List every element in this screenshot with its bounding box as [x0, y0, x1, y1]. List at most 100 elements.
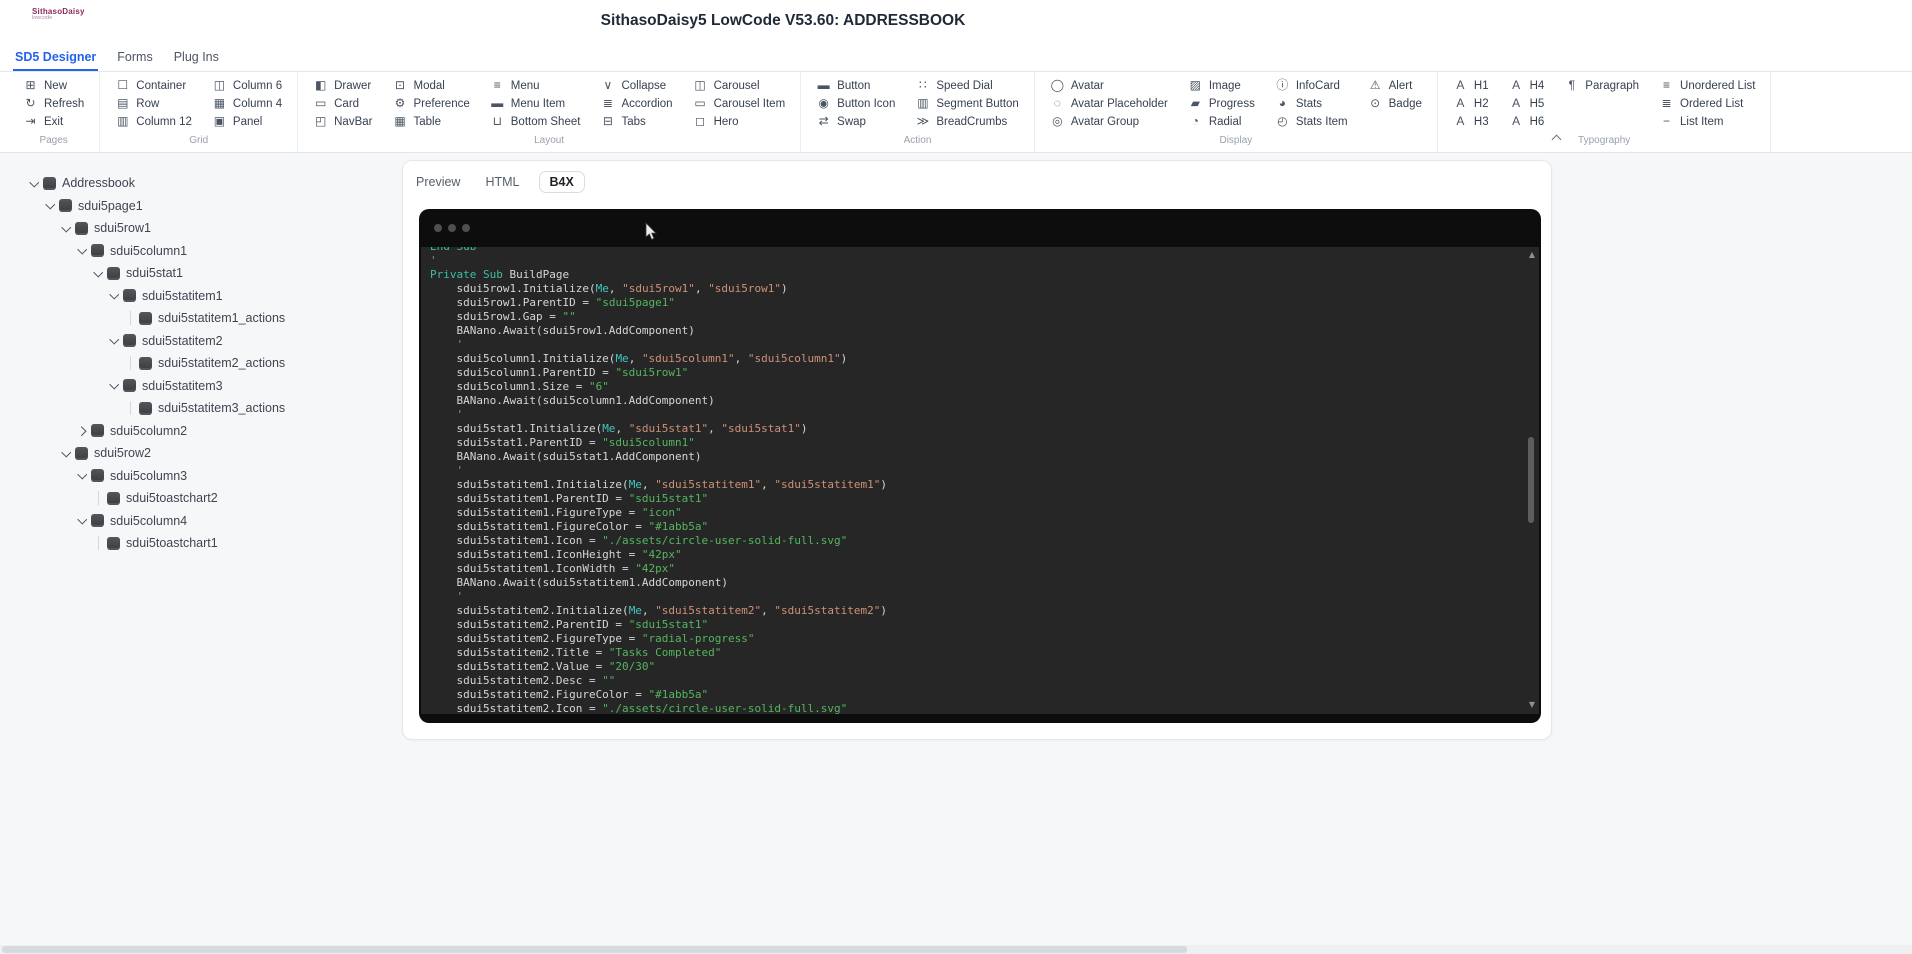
- ribbon-item-button-icon[interactable]: ◉Button Icon: [814, 96, 897, 111]
- ribbon-item-bottom-sheet[interactable]: ⊔Bottom Sheet: [488, 114, 583, 129]
- chevron-down-icon[interactable]: [106, 330, 122, 353]
- tab-b4x[interactable]: B4X: [539, 171, 585, 193]
- code-line: sdui5stat1.Initialize(Me, "sdui5stat1", …: [430, 422, 1539, 436]
- ribbon-item-image[interactable]: ▨Image: [1186, 78, 1257, 93]
- tree-node-sdui5page1[interactable]: sdui5page1: [20, 195, 400, 218]
- chevron-down-icon[interactable]: [58, 217, 74, 240]
- tab-html[interactable]: HTML: [479, 171, 525, 193]
- ribbon-item-menu-item[interactable]: ▬Menu Item: [488, 96, 583, 111]
- ribbon-item-stats-item[interactable]: ◴Stats Item: [1273, 114, 1350, 129]
- ribbon-item-row[interactable]: ▤Row: [113, 96, 194, 111]
- ribbon-item-menu[interactable]: ≡Menu: [488, 78, 583, 93]
- chevron-down-icon[interactable]: [74, 240, 90, 263]
- ribbon-item-stats[interactable]: ◕Stats: [1273, 96, 1350, 111]
- ribbon-item-progress[interactable]: ▰Progress: [1186, 96, 1257, 111]
- ribbon-item-card[interactable]: ▭Card: [311, 96, 374, 111]
- tree-node-sdui5statitem2[interactable]: sdui5statitem2: [20, 330, 400, 353]
- scroll-down-arrow-icon[interactable]: ▼: [1529, 701, 1535, 709]
- progress-icon: ▰: [1188, 97, 1203, 110]
- ribbon-item-drawer[interactable]: ◧Drawer: [311, 78, 374, 93]
- code-token-id: sdui5stat1.Initialize(: [430, 422, 602, 435]
- ribbon-item-refresh[interactable]: ↻Refresh: [21, 96, 86, 111]
- ribbon-item-carousel[interactable]: ◫Carousel: [691, 78, 788, 93]
- ribbon-item-list-item[interactable]: −List Item: [1657, 114, 1757, 129]
- chevron-right-icon[interactable]: [74, 420, 90, 443]
- ribbon-item-unordered-list[interactable]: ≡Unordered List: [1657, 78, 1757, 93]
- tree-node-sdui5toastchart2[interactable]: sdui5toastchart2: [20, 487, 400, 510]
- exit-icon: ⇥: [23, 115, 38, 128]
- ribbon-item-h3[interactable]: AH3: [1451, 114, 1491, 129]
- ribbon-item-alert[interactable]: ⚠Alert: [1366, 78, 1424, 93]
- tree-node-sdui5stat1[interactable]: sdui5stat1: [20, 262, 400, 285]
- ribbon-item-swap[interactable]: ⇄Swap: [814, 114, 897, 129]
- tree-node-sdui5statitem1[interactable]: sdui5statitem1: [20, 285, 400, 308]
- ribbon-item-preference[interactable]: ⚙Preference: [390, 96, 471, 111]
- tree-node-sdui5statitem3[interactable]: sdui5statitem3: [20, 375, 400, 398]
- ribbon-item-column-6[interactable]: ◫Column 6: [210, 78, 284, 93]
- nav-tab-plug-ins[interactable]: Plug Ins: [172, 44, 221, 71]
- ribbon-item-table[interactable]: ▦Table: [390, 114, 471, 129]
- code-line: sdui5statitem2.FigureColor = "#1abb5a": [430, 688, 1539, 702]
- ribbon-item-radial[interactable]: ◔Radial: [1186, 114, 1257, 129]
- ribbon-item-panel[interactable]: ▣Panel: [210, 114, 284, 129]
- chevron-down-icon[interactable]: [42, 195, 58, 218]
- ribbon-item-button[interactable]: ▬Button: [814, 78, 897, 93]
- tree-node-sdui5column4[interactable]: sdui5column4: [20, 510, 400, 533]
- chevron-down-icon[interactable]: [90, 262, 106, 285]
- chevron-down-icon[interactable]: [74, 510, 90, 533]
- horizontal-scrollbar[interactable]: [0, 945, 1912, 954]
- chevron-down-icon[interactable]: [58, 442, 74, 465]
- ribbon-item-h5[interactable]: AH5: [1507, 96, 1547, 111]
- ribbon-item-h6[interactable]: AH6: [1507, 114, 1547, 129]
- ribbon-item-badge[interactable]: ⊙Badge: [1366, 96, 1424, 111]
- chevron-down-icon[interactable]: [74, 465, 90, 488]
- ribbon-item-avatar[interactable]: ◯Avatar: [1048, 78, 1170, 93]
- ribbon-item-column-12[interactable]: ▥Column 12: [113, 114, 194, 129]
- ribbon-item-carousel-item[interactable]: ▭Carousel Item: [691, 96, 788, 111]
- ribbon-item-h4[interactable]: AH4: [1507, 78, 1547, 93]
- tree-node-sdui5statitem1-actions[interactable]: sdui5statitem1_actions: [20, 307, 400, 330]
- tree-node-sdui5row2[interactable]: sdui5row2: [20, 442, 400, 465]
- nav-tab-forms[interactable]: Forms: [115, 44, 154, 71]
- tab-preview[interactable]: Preview: [410, 171, 466, 193]
- ribbon-item-h1[interactable]: AH1: [1451, 78, 1491, 93]
- editor-body[interactable]: End Sub'Private Sub BuildPage sdui5row1.…: [421, 247, 1539, 714]
- nav-tab-sd5-designer[interactable]: SD5 Designer: [13, 44, 98, 71]
- ribbon-item-exit[interactable]: ⇥Exit: [21, 114, 86, 129]
- ribbon-item-segment-button[interactable]: ▥Segment Button: [913, 96, 1020, 111]
- chevron-down-icon[interactable]: [106, 375, 122, 398]
- ribbon-item-avatar-placeholder[interactable]: ◌Avatar Placeholder: [1048, 96, 1170, 111]
- tree-node-sdui5statitem3-actions[interactable]: sdui5statitem3_actions: [20, 397, 400, 420]
- vertical-scrollbar-thumb[interactable]: [1528, 437, 1534, 523]
- ribbon-item-modal[interactable]: ⊡Modal: [390, 78, 471, 93]
- image-icon: ▨: [1188, 79, 1203, 92]
- ribbon-item-collapse[interactable]: ∨Collapse: [598, 78, 674, 93]
- tree-node-sdui5statitem2-actions[interactable]: sdui5statitem2_actions: [20, 352, 400, 375]
- ribbon-item-navbar[interactable]: ◰NavBar: [311, 114, 374, 129]
- ribbon-item-ordered-list[interactable]: ≣Ordered List: [1657, 96, 1757, 111]
- ribbon-item-h2[interactable]: AH2: [1451, 96, 1491, 111]
- ribbon-item-infocard[interactable]: ⓘInfoCard: [1273, 78, 1350, 93]
- tree-node-sdui5row1[interactable]: sdui5row1: [20, 217, 400, 240]
- scroll-up-arrow-icon[interactable]: ▲: [1529, 251, 1535, 259]
- ribbon-item-column-4[interactable]: ▦Column 4: [210, 96, 284, 111]
- ribbon-collapse-icon[interactable]: [1548, 132, 1564, 144]
- chevron-down-icon[interactable]: [26, 172, 42, 195]
- ribbon-item-breadcrumbs[interactable]: ≫BreadCrumbs: [913, 114, 1020, 129]
- tree-node-sdui5toastchart1[interactable]: sdui5toastchart1: [20, 532, 400, 555]
- ribbon-item-avatar-group[interactable]: ◎Avatar Group: [1048, 114, 1170, 129]
- ribbon-item-container[interactable]: ☐Container: [113, 78, 194, 93]
- horizontal-scrollbar-thumb[interactable]: [2, 946, 1187, 953]
- ribbon-item-paragraph[interactable]: ¶Paragraph: [1562, 78, 1641, 93]
- ribbon-item-accordion[interactable]: ≣Accordion: [598, 96, 674, 111]
- ribbon-item-speed-dial[interactable]: ∷Speed Dial: [913, 78, 1020, 93]
- ribbon-item-new[interactable]: ⊞New: [21, 78, 86, 93]
- tree-node-sdui5column1[interactable]: sdui5column1: [20, 240, 400, 263]
- chevron-down-icon[interactable]: [106, 285, 122, 308]
- ribbon-item-tabs[interactable]: ⊟Tabs: [598, 114, 674, 129]
- tree-node-sdui5column2[interactable]: sdui5column2: [20, 420, 400, 443]
- ribbon-item-hero[interactable]: ◻Hero: [691, 114, 788, 129]
- tree-node-sdui5column3[interactable]: sdui5column3: [20, 465, 400, 488]
- tree-node-addressbook[interactable]: Addressbook: [20, 172, 400, 195]
- ribbon-toolbar: ⊞New↻Refresh⇥ExitPages☐Container▤Row▥Col…: [0, 72, 1912, 153]
